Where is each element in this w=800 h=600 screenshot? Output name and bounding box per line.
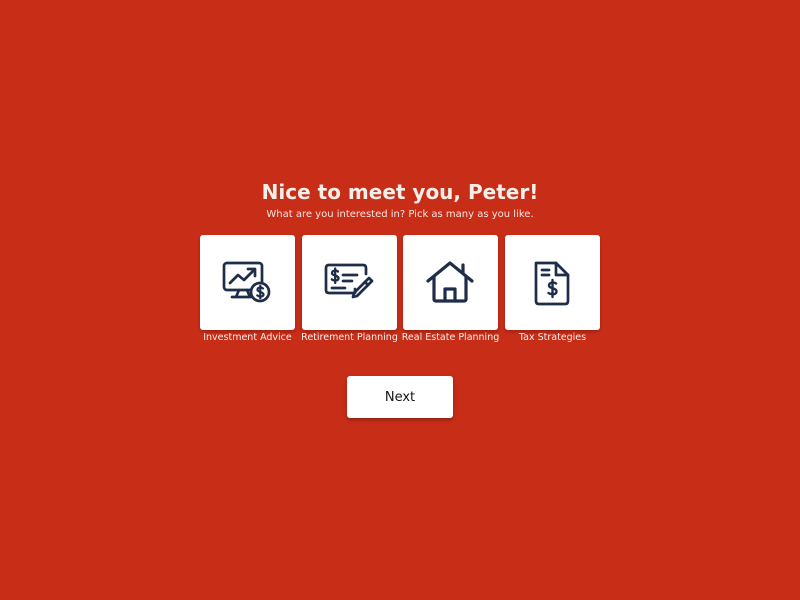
- option-retirement-planning[interactable]: Retirement Planning: [301, 235, 398, 343]
- house-icon: [426, 261, 474, 303]
- option-label: Real Estate Planning: [401, 332, 500, 343]
- option-label: Investment Advice: [203, 332, 292, 343]
- investment-chart-icon: [222, 261, 271, 303]
- option-investment-advice[interactable]: Investment Advice: [200, 235, 295, 343]
- page-title: Nice to meet you, Peter!: [261, 180, 539, 204]
- option-real-estate-planning[interactable]: Real Estate Planning: [402, 235, 499, 343]
- option-label: Retirement Planning: [301, 332, 398, 343]
- option-tax-strategies[interactable]: Tax Strategies: [505, 235, 600, 343]
- check-pen-icon: [324, 263, 374, 299]
- tax-document-icon: [534, 261, 570, 306]
- page-subtitle: What are you interested in? Pick as many…: [266, 209, 534, 220]
- onboarding-panel: Nice to meet you, Peter! What are you in…: [0, 178, 800, 418]
- option-label: Tax Strategies: [518, 332, 587, 343]
- next-button[interactable]: Next: [347, 376, 453, 418]
- interest-options: Investment Advice Retirement Planning Re…: [200, 235, 600, 347]
